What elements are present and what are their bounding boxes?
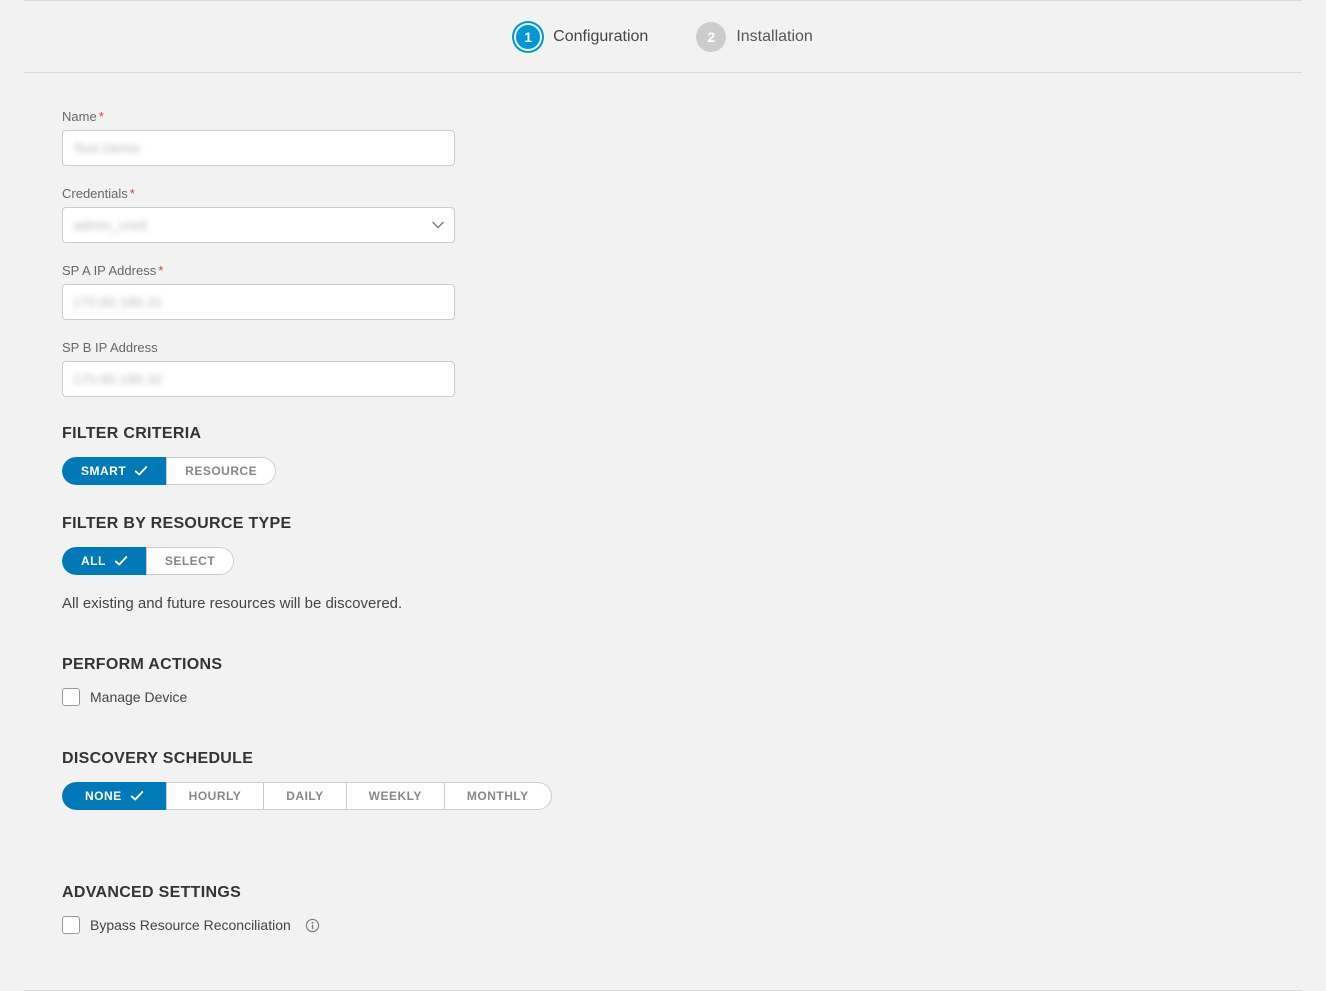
input-spa-ip-value: 170.80.180.31 xyxy=(73,294,163,310)
label-credentials: Credentials* xyxy=(62,186,1264,201)
check-icon xyxy=(114,554,128,568)
pill-monthly-label: MONTHLY xyxy=(467,789,529,803)
label-name: Name* xyxy=(62,109,1264,124)
filter-resource-toggle: ALL SELECT xyxy=(62,547,234,575)
input-spb-ip-value: 170.80.180.32 xyxy=(73,371,163,387)
heading-advanced-settings: ADVANCED SETTINGS xyxy=(62,884,1264,902)
required-marker: * xyxy=(99,109,104,124)
field-credentials: Credentials* admin_cred xyxy=(62,186,1264,243)
heading-perform-actions: PERFORM ACTIONS xyxy=(62,656,1264,674)
input-spb-ip[interactable]: 170.80.180.32 xyxy=(62,361,455,397)
pill-smart[interactable]: SMART xyxy=(62,457,167,485)
pill-hourly[interactable]: HOURLY xyxy=(166,782,265,810)
input-spa-ip[interactable]: 170.80.180.31 xyxy=(62,284,455,320)
info-icon[interactable] xyxy=(305,917,321,933)
required-marker: * xyxy=(130,186,135,201)
filter-resource-helper: All existing and future resources will b… xyxy=(62,595,1264,612)
input-name-value: Test Demo xyxy=(73,140,140,156)
label-spb-ip-text: SP B IP Address xyxy=(62,340,158,355)
pill-none-label: NONE xyxy=(85,789,122,803)
field-spb-ip: SP B IP Address 170.80.180.32 xyxy=(62,340,1264,397)
checkbox-bypass[interactable] xyxy=(62,916,80,934)
checkbox-manage-device[interactable] xyxy=(62,688,80,706)
manage-device-row: Manage Device xyxy=(62,688,1264,706)
label-spa-ip-text: SP A IP Address xyxy=(62,263,156,278)
label-manage-device: Manage Device xyxy=(90,689,187,705)
pill-all[interactable]: ALL xyxy=(62,547,147,575)
label-spa-ip: SP A IP Address* xyxy=(62,263,1264,278)
pill-select-label: SELECT xyxy=(165,554,215,568)
pill-weekly-label: WEEKLY xyxy=(369,789,422,803)
step-number-1: 1 xyxy=(516,25,540,49)
page-root: 1 Configuration 2 Installation Name* Tes… xyxy=(0,0,1326,991)
pill-resource[interactable]: RESOURCE xyxy=(166,457,276,485)
pill-none[interactable]: NONE xyxy=(62,782,167,810)
input-name-wrapper[interactable]: Test Demo xyxy=(62,130,455,166)
pill-all-label: ALL xyxy=(81,554,106,568)
schedule-toggle: NONE HOURLY DAILY WEEKLY MONTHLY xyxy=(62,782,552,810)
field-name: Name* Test Demo xyxy=(62,109,1264,166)
step-configuration[interactable]: 1 Configuration xyxy=(513,22,648,52)
pill-daily-label: DAILY xyxy=(286,789,323,803)
check-icon xyxy=(130,789,144,803)
wizard-stepper: 1 Configuration 2 Installation xyxy=(24,0,1302,73)
label-spb-ip: SP B IP Address xyxy=(62,340,1264,355)
label-name-text: Name xyxy=(62,109,97,124)
check-icon xyxy=(134,464,148,478)
pill-resource-label: RESOURCE xyxy=(185,464,257,478)
bypass-row: Bypass Resource Reconciliation xyxy=(62,916,1264,934)
label-credentials-text: Credentials xyxy=(62,186,128,201)
heading-discovery-schedule: DISCOVERY SCHEDULE xyxy=(62,750,1264,768)
pill-select[interactable]: SELECT xyxy=(146,547,234,575)
heading-filter-criteria: FILTER CRITERIA xyxy=(62,425,1264,443)
label-bypass: Bypass Resource Reconciliation xyxy=(90,917,291,933)
pill-weekly[interactable]: WEEKLY xyxy=(346,782,445,810)
pill-hourly-label: HOURLY xyxy=(189,789,242,803)
pill-daily[interactable]: DAILY xyxy=(263,782,346,810)
pill-smart-label: SMART xyxy=(81,464,126,478)
step-label-installation: Installation xyxy=(736,28,813,46)
step-installation[interactable]: 2 Installation xyxy=(696,22,813,52)
pill-monthly[interactable]: MONTHLY xyxy=(444,782,552,810)
heading-filter-resource-type: FILTER BY RESOURCE TYPE xyxy=(62,515,1264,533)
required-marker: * xyxy=(158,263,163,278)
field-spa-ip: SP A IP Address* 170.80.180.31 xyxy=(62,263,1264,320)
form-content: Name* Test Demo Credentials* admin_cred … xyxy=(0,73,1326,954)
filter-criteria-toggle: SMART RESOURCE xyxy=(62,457,276,485)
step-label-configuration: Configuration xyxy=(553,28,648,46)
select-credentials-value: admin_cred xyxy=(73,217,146,233)
select-credentials[interactable]: admin_cred xyxy=(62,207,455,243)
chevron-down-icon xyxy=(432,219,444,231)
step-number-2: 2 xyxy=(696,22,726,52)
